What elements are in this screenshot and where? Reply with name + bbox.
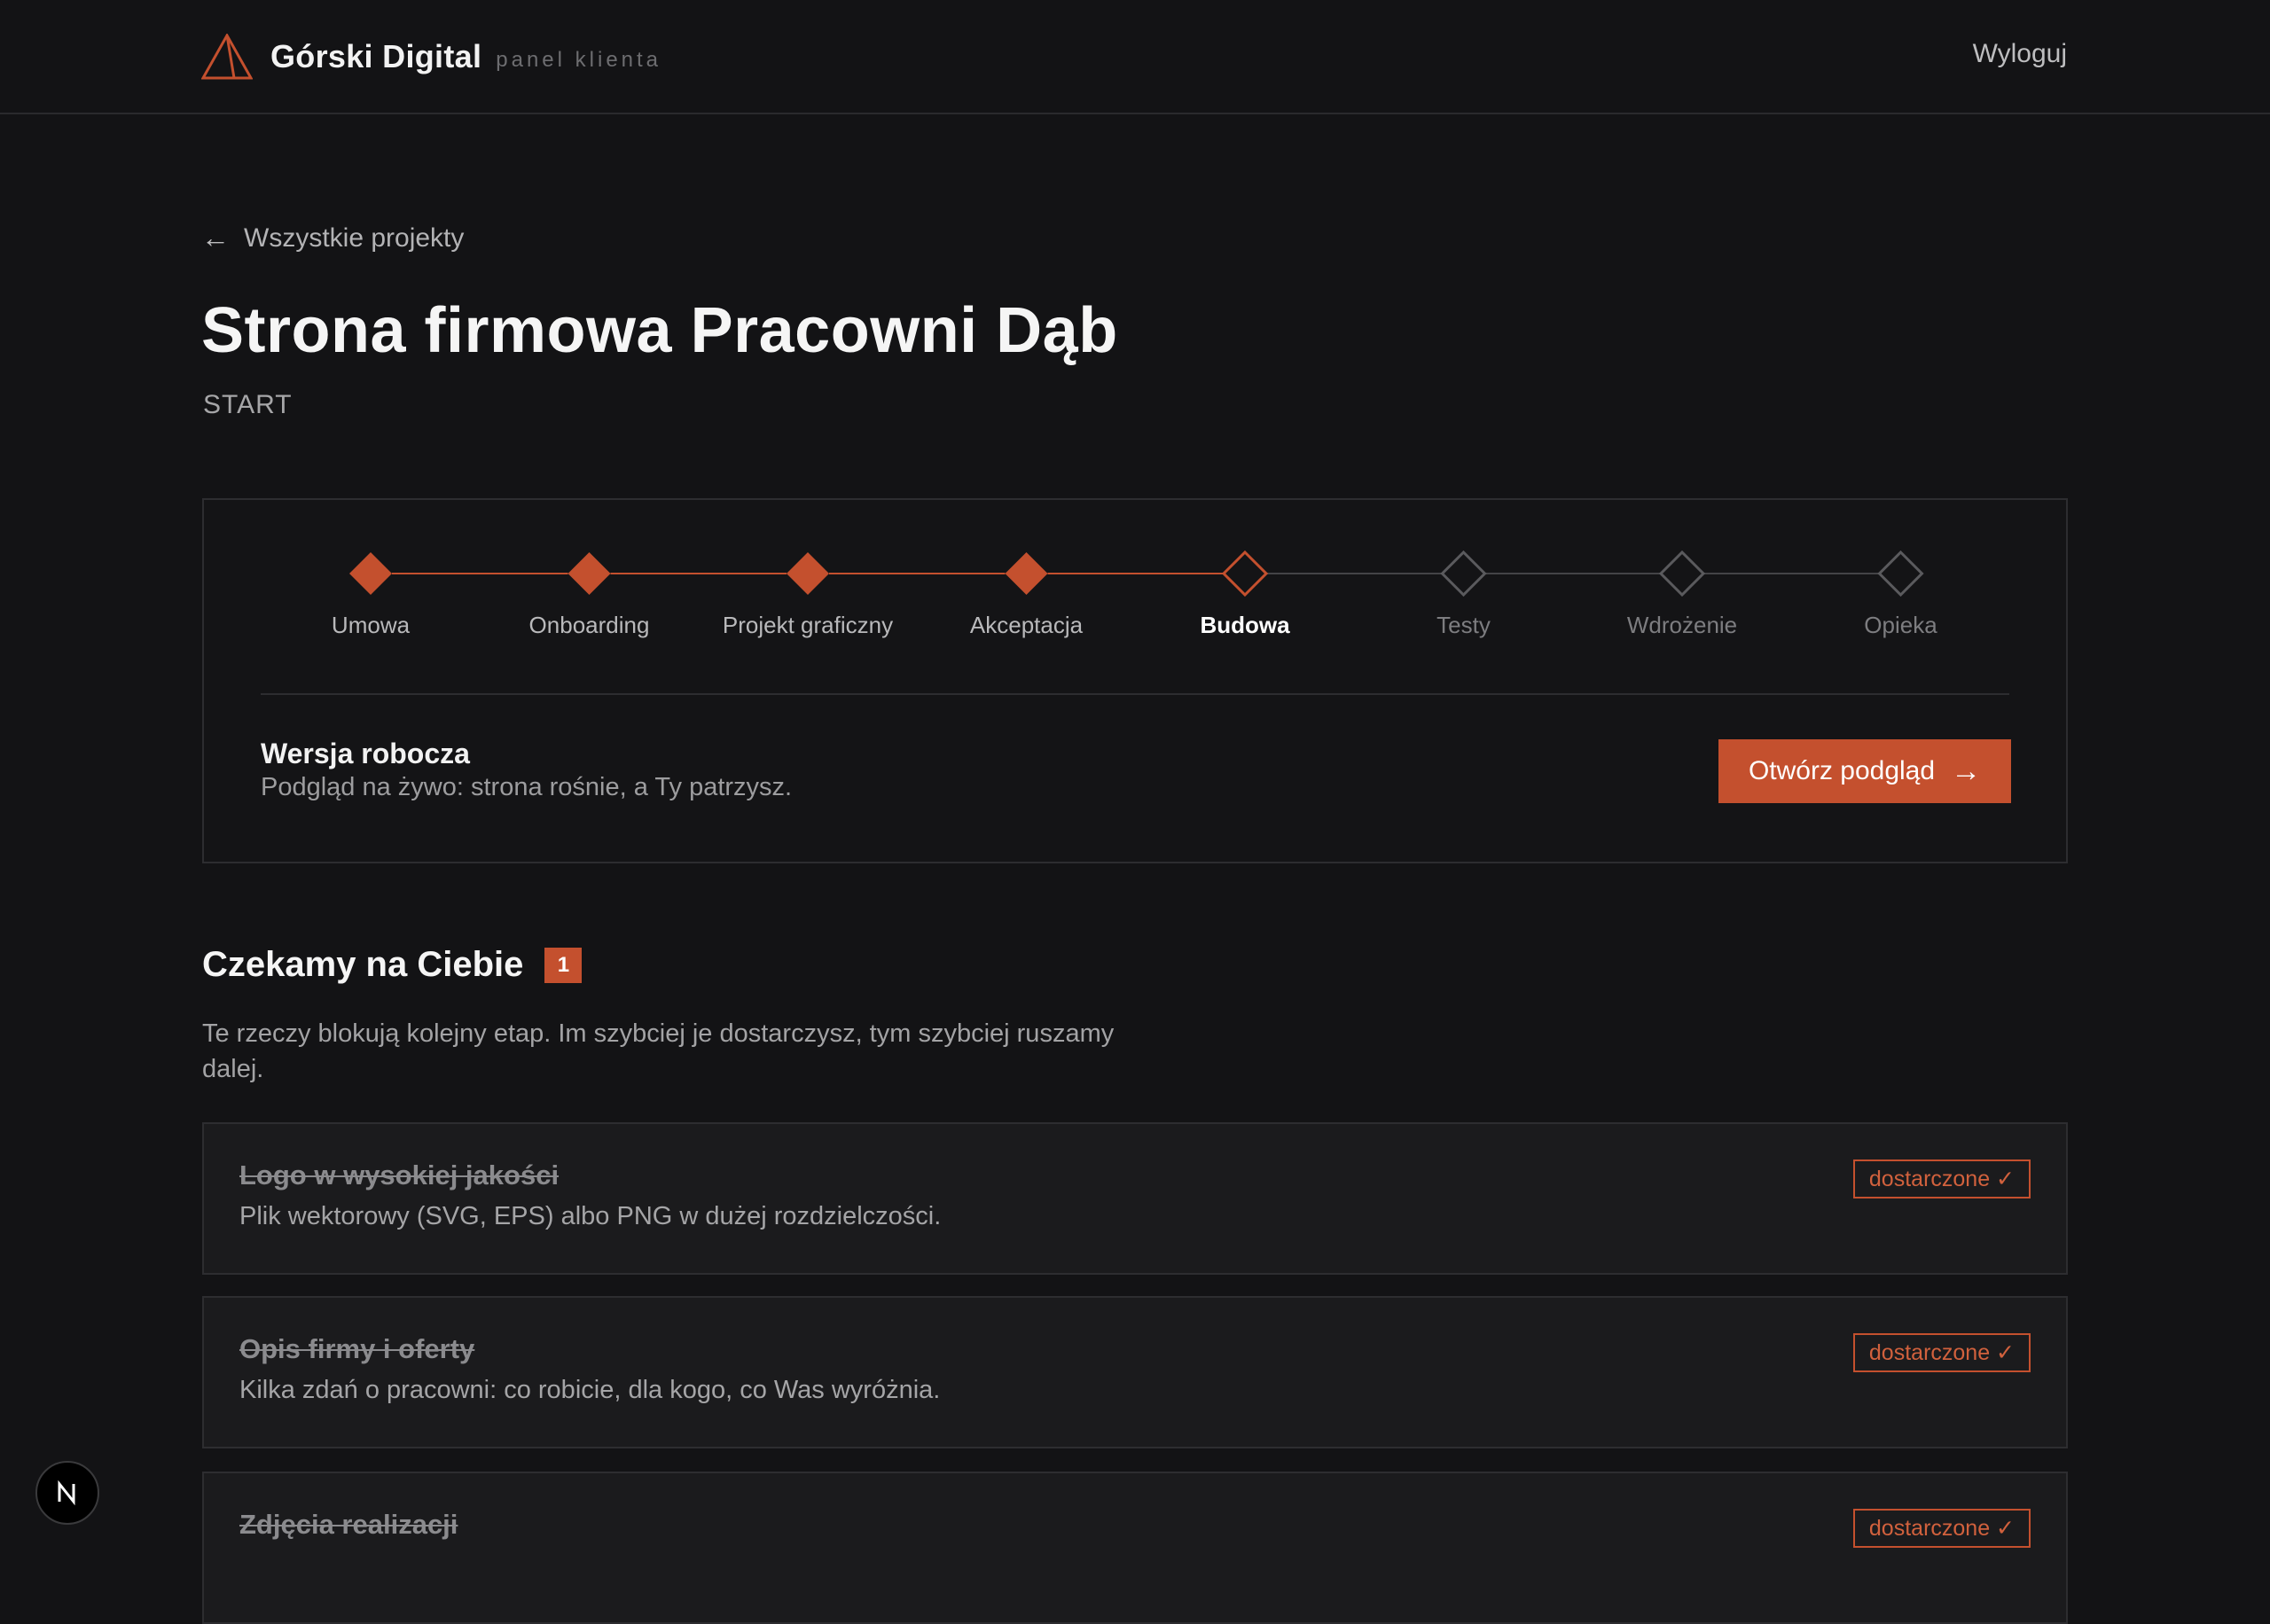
task-status-badge: dostarczone ✓ [1852, 1509, 2031, 1548]
draft-description: Podgląd na żywo: strona rośnie, a Ty pat… [261, 773, 793, 801]
stage-label: Testy [1436, 612, 1491, 638]
logo-icon [201, 34, 253, 80]
arrow-right-icon: → [1951, 753, 1982, 788]
task-card[interactable]: Zdjęcia realizacji dostarczone ✓ [202, 1472, 2068, 1624]
stage-diamond-icon [1221, 550, 1269, 597]
task-description: Kilka zdań o pracowni: co robicie, dla k… [239, 1376, 941, 1404]
stage-diamond-icon [349, 552, 392, 595]
stage-diamond-icon [1440, 550, 1487, 597]
open-preview-button[interactable]: Otwórz podgląd → [1718, 739, 2011, 803]
stage-diamond-icon [787, 552, 829, 595]
stage-diamond-icon [1658, 550, 1706, 597]
back-link-label: Wszystkie projekty [244, 223, 465, 253]
stage-timeline: Umowa Onboarding Projekt graficzny Akceptac… [204, 500, 2066, 695]
brand-name: Górski Digital [270, 38, 482, 74]
task-status-badge: dostarczone ✓ [1852, 1159, 2031, 1198]
stage-label: Wdrożenie [1626, 612, 1738, 638]
task-title: Zdjęcia realizacji [239, 1509, 458, 1540]
logout-link[interactable]: Wyloguj [1973, 39, 2067, 69]
progress-panel: Umowa Onboarding Projekt graficzny Akceptac… [202, 498, 2068, 863]
stage-diamond-icon [1877, 550, 1924, 597]
timeline-graphic [349, 550, 1924, 597]
task-card[interactable]: Logo w wysokiej jakości Plik wektorowy (… [202, 1122, 2068, 1275]
brand[interactable]: Górski Digital panel klienta [201, 34, 661, 80]
stage-label: Projekt graficzny [722, 612, 894, 638]
top-bar: Górski Digital panel klienta Wyloguj [0, 0, 2270, 114]
n-logo-icon [58, 1480, 75, 1506]
task-description: Plik wektorowy (SVG, EPS) albo PNG w duż… [239, 1202, 942, 1230]
draft-title: Wersja robocza [261, 738, 470, 769]
open-preview-label: Otwórz podgląd [1748, 756, 1936, 785]
waiting-count-badge: 1 [544, 947, 583, 983]
page-title: Strona firmowa Pracowni Dąb [201, 295, 1118, 366]
task-title: Opis firmy i oferty [239, 1333, 475, 1364]
back-link[interactable]: ← Wszystkie projekty [201, 222, 464, 254]
stage-label: Opieka [1864, 612, 1937, 638]
stage-diamond-icon [568, 552, 611, 595]
arrow-left-icon: ← [201, 222, 230, 254]
stage-label: Akceptacja [969, 612, 1084, 638]
dev-tools-badge[interactable] [35, 1461, 99, 1525]
task-card[interactable]: Opis firmy i oferty Kilka zdań o pracown… [202, 1296, 2068, 1448]
panel-divider [261, 693, 2009, 695]
waiting-title: Czekamy na Ciebie [202, 945, 524, 984]
stage-label: Budowa [1200, 612, 1290, 638]
brand-subtitle: panel klienta [496, 48, 662, 72]
waiting-description: Te rzeczy blokują kolejny etap. Im szybc… [202, 1019, 1115, 1083]
stage-label: Umowa [331, 612, 411, 638]
stage-diamond-icon [1005, 552, 1048, 595]
waiting-section-title: Czekamy na Ciebie 1 [202, 945, 583, 985]
project-stage: START [203, 390, 293, 419]
stage-label: Onboarding [528, 612, 650, 638]
task-title: Logo w wysokiej jakości [239, 1159, 560, 1191]
task-status-badge: dostarczone ✓ [1852, 1333, 2031, 1372]
